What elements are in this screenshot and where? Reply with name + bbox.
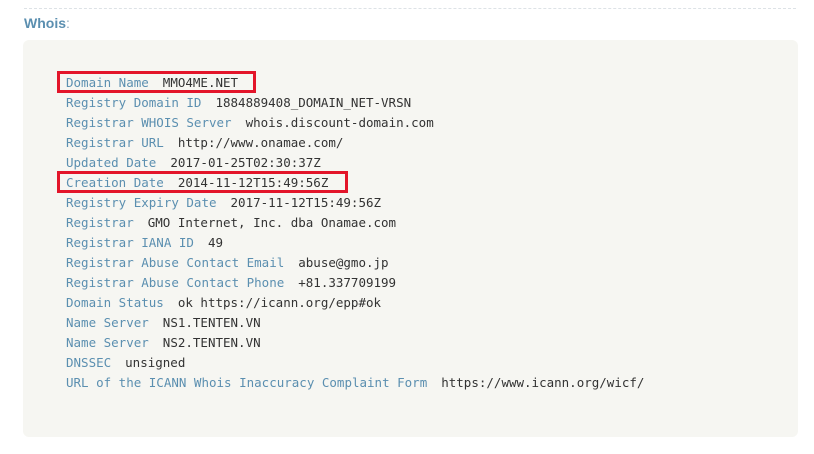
whois-row-domain-status: Domain Status ok https://icann.org/epp#ok	[66, 293, 644, 313]
whois-row-registrar-url: Registrar URL http://www.onamae.com/	[66, 133, 644, 153]
whois-value: NS2.TENTEN.VN	[162, 335, 261, 350]
whois-row-name-server-1: Name Server NS1.TENTEN.VN	[66, 313, 644, 333]
whois-row-registrar-whois-server: Registrar WHOIS Server whois.discount-dom…	[66, 113, 644, 133]
whois-key: Domain Status	[66, 295, 164, 310]
whois-row-abuse-email: Registrar Abuse Contact Email abuse@gmo.j…	[66, 253, 644, 273]
whois-record-box: Domain Name MMO4ME.NET Registry Domain ID…	[23, 40, 798, 437]
whois-page: Whois: Domain Name MMO4ME.NET Registry Do…	[0, 0, 814, 454]
whois-value: whois.discount-domain.com	[245, 115, 434, 130]
whois-key: Creation Date	[66, 175, 164, 190]
whois-record-list: Domain Name MMO4ME.NET Registry Domain ID…	[66, 73, 644, 393]
whois-row-icann-complaint-url: URL of the ICANN Whois Inaccuracy Compla…	[66, 373, 644, 393]
whois-row-registry-expiry-date: Registry Expiry Date 2017-11-12T15:49:56Z	[66, 193, 644, 213]
whois-row-name-server-2: Name Server NS2.TENTEN.VN	[66, 333, 644, 353]
whois-key: Registrar IANA ID	[66, 235, 194, 250]
whois-value: http://www.onamae.com/	[177, 135, 344, 150]
whois-value: +81.337709199	[298, 275, 397, 290]
whois-key: Name Server	[66, 335, 149, 350]
whois-value: ok https://icann.org/epp#ok	[177, 295, 382, 310]
whois-key: Registrar Abuse Contact Email	[66, 255, 285, 270]
whois-value: 2014-11-12T15:49:56Z	[177, 175, 329, 190]
whois-key: Domain Name	[66, 75, 149, 90]
whois-key: URL of the ICANN Whois Inaccuracy Compla…	[66, 375, 428, 390]
whois-key: Registrar Abuse Contact Phone	[66, 275, 285, 290]
section-heading-text: Whois	[24, 15, 66, 31]
top-divider	[24, 8, 796, 9]
whois-value: 1884889408_DOMAIN_NET-VRSN	[215, 95, 412, 110]
whois-value: https://www.icann.org/wicf/	[441, 375, 645, 390]
whois-row-domain-name: Domain Name MMO4ME.NET	[66, 73, 644, 93]
whois-value: MMO4ME.NET	[162, 75, 239, 90]
whois-value: NS1.TENTEN.VN	[162, 315, 261, 330]
whois-key: DNSSEC	[66, 355, 112, 370]
whois-key: Updated Date	[66, 155, 157, 170]
whois-key: Registrar	[66, 215, 134, 230]
whois-row-updated-date: Updated Date 2017-01-25T02:30:37Z	[66, 153, 644, 173]
whois-key: Registrar WHOIS Server	[66, 115, 232, 130]
whois-row-creation-date: Creation Date 2014-11-12T15:49:56Z	[66, 173, 644, 193]
whois-value: 49	[207, 235, 223, 250]
whois-row-registrar: Registrar GMO Internet, Inc. dba Onamae.c…	[66, 213, 644, 233]
whois-value: 2017-01-25T02:30:37Z	[170, 155, 321, 170]
whois-key: Registry Domain ID	[66, 95, 202, 110]
whois-key: Name Server	[66, 315, 149, 330]
whois-key: Registry Expiry Date	[66, 195, 217, 210]
section-heading: Whois:	[24, 14, 70, 32]
whois-row-registry-domain-id: Registry Domain ID 1884889408_DOMAIN_NET-…	[66, 93, 644, 113]
whois-row-dnssec: DNSSEC unsigned	[66, 353, 644, 373]
whois-value: GMO Internet, Inc. dba Onamae.com	[147, 215, 397, 230]
whois-value: unsigned	[125, 355, 186, 370]
whois-value: abuse@gmo.jp	[298, 255, 389, 270]
whois-key: Registrar URL	[66, 135, 164, 150]
section-heading-colon: :	[66, 15, 70, 31]
whois-row-registrar-iana-id: Registrar IANA ID 49	[66, 233, 644, 253]
whois-row-abuse-phone: Registrar Abuse Contact Phone +81.3377091…	[66, 273, 644, 293]
whois-value: 2017-11-12T15:49:56Z	[230, 195, 382, 210]
